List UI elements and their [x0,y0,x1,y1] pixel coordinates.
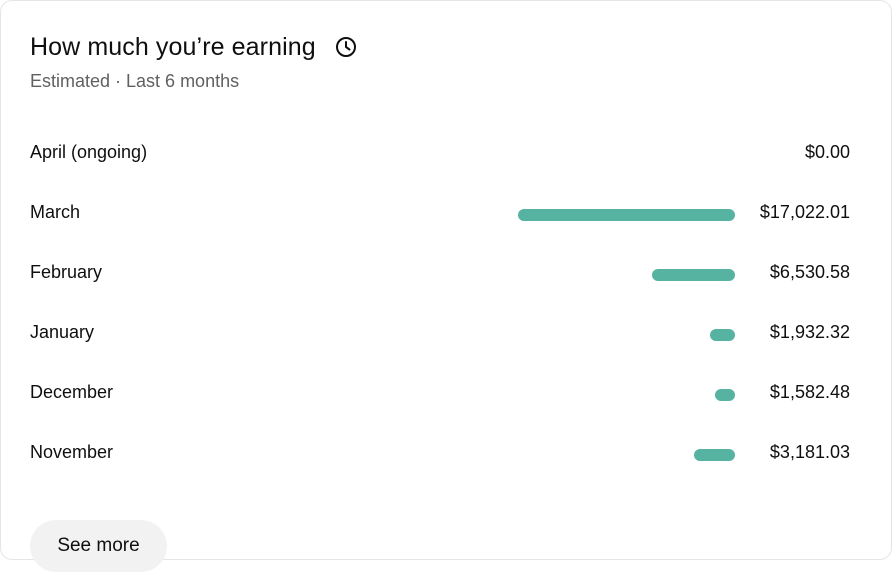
card-subtitle: Estimated · Last 6 months [30,71,240,91]
amount-value: $0.00 [804,142,850,162]
earnings-bar [652,269,735,281]
amount-value: $17,022.01 [759,202,850,222]
month-label: March [30,202,81,222]
earnings-bar [710,329,735,341]
earnings-bar [694,449,735,461]
see-more-button[interactable]: See more [30,520,167,572]
earnings-row: November $3,181.03 [30,424,850,484]
month-label: January [30,322,95,342]
earnings-row: April (ongoing) $0.00 [30,124,850,184]
month-label: April (ongoing) [30,142,148,162]
earnings-bar [518,209,735,221]
earnings-bar [715,389,735,401]
title-row: How much you’re earning [30,29,358,65]
card-title: How much you’re earning [30,32,316,61]
amount-value: $3,181.03 [769,442,850,462]
earnings-row: March $17,022.01 [30,184,850,244]
earnings-row: January $1,932.32 [30,304,850,364]
earnings-row: February $6,530.58 [30,244,850,304]
month-label: February [30,262,103,282]
amount-value: $1,932.32 [769,322,850,342]
earnings-list: April (ongoing) $0.00 March $17,022.01 F… [30,124,850,484]
earnings-card: How much you’re earning Estimated · Last… [0,0,892,572]
clock-icon[interactable] [334,35,358,59]
earnings-row: December $1,582.48 [30,364,850,424]
month-label: December [30,382,114,402]
month-label: November [30,442,114,462]
amount-value: $6,530.58 [769,262,850,282]
amount-value: $1,582.48 [769,382,850,402]
